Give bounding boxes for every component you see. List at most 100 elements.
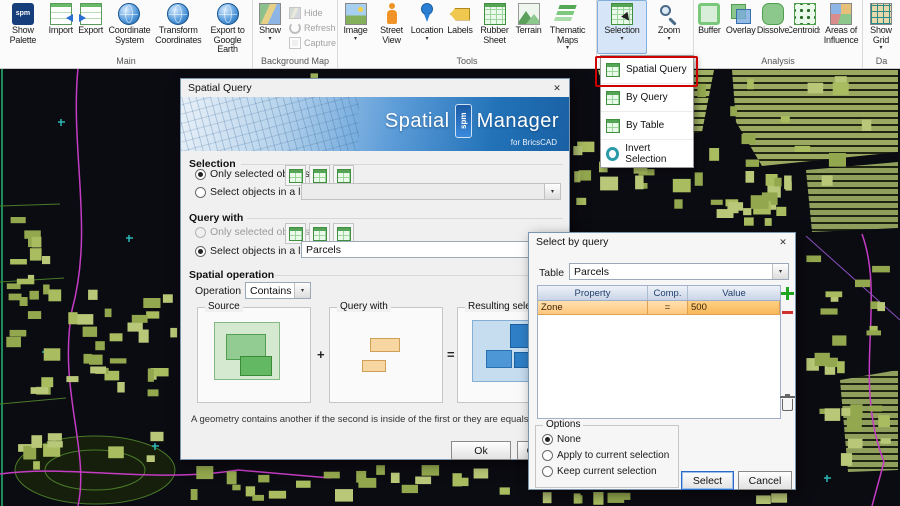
spatial-query-icon <box>606 63 620 77</box>
property-cell[interactable]: Zone <box>538 301 648 315</box>
close-icon[interactable]: ✕ <box>774 235 792 250</box>
overlay-button[interactable]: Overlay <box>725 0 757 54</box>
column-header[interactable]: Property <box>538 286 648 300</box>
labels-button[interactable]: Labels <box>444 0 476 54</box>
export-icon <box>80 3 102 25</box>
radio-keep-current[interactable]: Keep current selection <box>542 466 657 477</box>
button-label: Image <box>343 26 367 36</box>
chevron-down-icon: ▾ <box>268 36 271 42</box>
hide-map-button: Hide <box>287 5 337 20</box>
terrain-button[interactable]: Terrain <box>513 0 544 54</box>
import-button[interactable]: Import <box>46 0 76 54</box>
groupbox-label: Options <box>543 419 583 430</box>
radio-none[interactable]: None <box>542 434 581 445</box>
table-icon <box>289 169 303 183</box>
coordinate-system-button[interactable]: Coordinate System <box>106 0 154 54</box>
query-layer-combo[interactable]: Parcels ▾ <box>301 241 561 258</box>
radio-icon[interactable] <box>195 169 206 180</box>
show-grid-button[interactable]: Show Grid ▾ <box>863 0 899 54</box>
button-label: Labels <box>447 26 472 36</box>
dialog-titlebar[interactable]: Select by query ✕ <box>529 233 795 251</box>
areas-of-influence-button[interactable]: Areas of Influence <box>820 0 862 54</box>
close-icon[interactable]: ✕ <box>548 81 566 96</box>
menu-item-by-query[interactable]: By Query <box>601 84 693 112</box>
menu-item-by-table[interactable]: By Table <box>601 112 693 140</box>
show-palette-button[interactable]: spm Show Palette <box>0 0 46 54</box>
ok-button[interactable]: Ok <box>451 441 511 460</box>
brand-banner: Spatial spm Manager for BricsCAD <box>181 97 569 151</box>
button-label: Import <box>49 26 73 36</box>
export-button[interactable]: Export <box>76 0 106 54</box>
radio-icon[interactable] <box>542 450 553 461</box>
button-label: Hide <box>304 8 323 18</box>
menu-item-label: By Query <box>626 92 668 103</box>
cancel-button[interactable]: Cancel <box>738 471 792 490</box>
chevron-down-icon: ▾ <box>566 45 569 51</box>
radio-apply-to-current[interactable]: Apply to current selection <box>542 450 669 461</box>
banner-artwork <box>181 97 359 151</box>
button-label: Coordinate System <box>106 26 154 45</box>
radio-icon[interactable] <box>195 246 206 257</box>
selection-button[interactable]: Selection ▾ <box>597 0 647 54</box>
chevron-down-icon[interactable]: ▾ <box>294 283 310 298</box>
brand-word: Spatial <box>385 110 450 133</box>
comparison-cell[interactable]: = <box>648 301 688 315</box>
menu-item-label: By Table <box>626 120 664 131</box>
column-header[interactable]: Comp. <box>648 286 688 300</box>
button-label: Rubber Sheet <box>476 26 513 45</box>
rubber-sheet-button[interactable]: Rubber Sheet <box>476 0 513 54</box>
ribbon-group-main: spm Show Palette Import Export Coordinat… <box>0 0 253 68</box>
location-button[interactable]: Location ▾ <box>410 0 444 54</box>
section-spatial-operation: Spatial operation <box>189 269 274 281</box>
selection-layer-combo: ▾ <box>301 183 561 200</box>
dialog-title: Spatial Query <box>188 82 252 94</box>
map-icon <box>289 7 301 19</box>
button-label: Show <box>259 26 281 36</box>
radio-icon[interactable] <box>542 466 553 477</box>
by-query-icon <box>606 91 620 105</box>
source-panel: Source <box>197 307 311 403</box>
radio-label: Apply to current selection <box>557 450 669 461</box>
layers-icon <box>557 3 579 25</box>
dialog-titlebar[interactable]: Spatial Query ✕ <box>181 79 569 97</box>
map-icon <box>259 3 281 25</box>
chevron-down-icon[interactable]: ▾ <box>772 264 788 279</box>
globe-icon <box>118 3 140 25</box>
select-button[interactable]: Select <box>681 471 734 490</box>
menu-item-invert-selection[interactable]: Invert Selection <box>601 140 693 167</box>
operation-combo[interactable]: Contains ▾ <box>245 282 311 299</box>
button-label: Location <box>411 26 443 36</box>
remove-condition-button[interactable] <box>779 304 795 320</box>
tag-icon <box>450 8 470 21</box>
column-header[interactable]: Value <box>688 286 780 300</box>
menu-item-label: Spatial Query <box>626 64 687 75</box>
transform-coordinates-button[interactable]: Transform Coordinates <box>153 0 203 54</box>
image-button[interactable]: Image ▾ <box>338 0 373 54</box>
table-icon <box>337 227 351 241</box>
export-google-earth-button[interactable]: Export to Google Earth <box>203 0 252 54</box>
button-label: Dissolve <box>757 26 789 36</box>
menu-item-spatial-query[interactable]: Spatial Query <box>601 56 693 84</box>
street-view-button[interactable]: Street View <box>373 0 410 54</box>
radio-icon[interactable] <box>195 187 206 198</box>
ribbon-group-tools: Image ▾ Street View Location ▾ Labels <box>338 0 597 68</box>
zoom-button[interactable]: Zoom ▾ <box>647 0 691 54</box>
table-combo[interactable]: Parcels ▾ <box>569 263 789 280</box>
dissolve-button[interactable]: Dissolve <box>757 0 790 54</box>
value-cell[interactable]: 500 <box>688 301 780 315</box>
button-label: Terrain <box>515 26 541 36</box>
chevron-down-icon: ▾ <box>667 36 670 42</box>
options-groupbox: Options None Apply to current selection … <box>535 425 679 488</box>
radio-icon[interactable] <box>542 434 553 445</box>
thematic-maps-button[interactable]: Thematic Maps ▾ <box>544 0 591 54</box>
grid-row[interactable]: Zone = 500 <box>538 301 780 315</box>
ribbon-group-label: Da <box>863 56 900 67</box>
query-shape <box>370 338 400 352</box>
add-condition-button[interactable] <box>779 285 795 301</box>
clear-all-button[interactable] <box>779 395 795 411</box>
brand-word: Manager <box>477 110 559 133</box>
show-map-button[interactable]: Show ▾ <box>253 0 287 54</box>
grid-icon <box>870 3 892 25</box>
buffer-button[interactable]: Buffer <box>694 0 725 54</box>
centroids-button[interactable]: Centroids <box>789 0 820 54</box>
